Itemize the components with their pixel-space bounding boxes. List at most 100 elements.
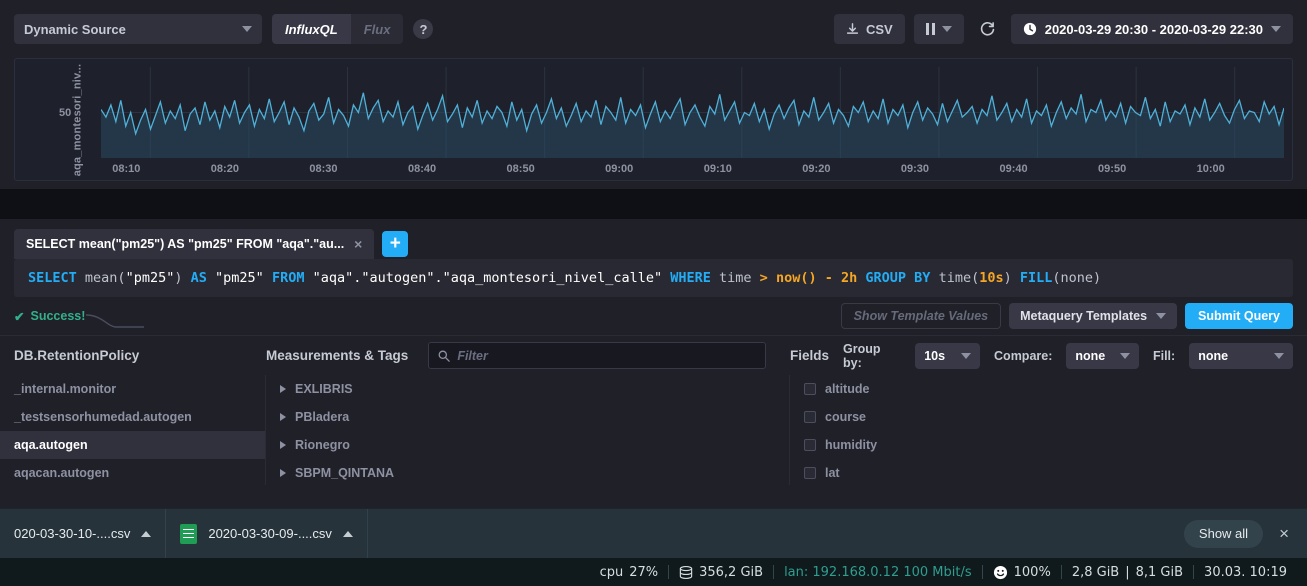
query-token: 10s [979, 270, 1004, 286]
query-token: FROM [271, 270, 305, 286]
battery-value: 100% [1013, 564, 1051, 580]
database-list-item[interactable]: _internal.monitor [0, 375, 265, 403]
query-token [662, 270, 670, 286]
db-header-label: DB.RetentionPolicy [14, 347, 140, 363]
field-list-item[interactable]: lat [790, 459, 1307, 487]
compare-label: Compare: [994, 348, 1053, 363]
query-token: now() [775, 270, 817, 286]
network-value: lan: 192.168.0.12 100 Mbit/s [784, 564, 972, 580]
time-range-picker[interactable]: 2020-03-29 20:30 - 2020-03-29 22:30 [1010, 14, 1293, 44]
query-token [768, 270, 776, 286]
add-query-button[interactable]: + [382, 231, 409, 257]
query-status-bar: ✔ Success! Show Template Values Metaquer… [0, 297, 1307, 335]
measurement-list-item[interactable]: PBladera [266, 403, 789, 431]
fields-header-label: Fields [790, 348, 830, 363]
chevron-right-icon[interactable] [280, 385, 286, 393]
database-list-item[interactable]: _testsensorhumedad.autogen [0, 403, 265, 431]
measurement-list-item[interactable]: EXLIBRIS [266, 375, 789, 403]
query-token [833, 270, 841, 286]
query-token: "pm25" [215, 270, 264, 286]
chevron-right-icon[interactable] [280, 413, 286, 421]
refresh-button[interactable] [973, 14, 1002, 44]
group-by-dropdown[interactable]: 10s [915, 342, 981, 369]
submit-query-button[interactable]: Submit Query [1185, 303, 1293, 329]
field-list-item[interactable]: altitude [790, 375, 1307, 403]
measurements-column-header: Measurements & Tags Filter [266, 342, 790, 369]
pause-icon [925, 23, 935, 35]
query-token: GROUP BY [865, 270, 931, 286]
show-all-downloads-button[interactable]: Show all [1183, 519, 1264, 548]
field-list: altitude course humidity lat [790, 375, 1307, 485]
data-explorer-app: Dynamic Source InfluxQL Flux ? CSV 2020-… [0, 0, 1307, 586]
check-icon: ✔ [14, 309, 25, 324]
cpu-status: cpu 27% [590, 565, 669, 580]
query-actions: Show Template Values Metaquery Templates… [840, 303, 1293, 329]
measurement-list-item-label: Rionegro [295, 438, 350, 452]
measurement-list-item[interactable]: SBPM_QINTANA [266, 459, 789, 487]
checkbox[interactable] [804, 411, 816, 423]
close-icon[interactable]: × [1279, 524, 1289, 544]
query-tab-label: SELECT mean("pm25") AS "pm25" FROM "aqa"… [26, 237, 345, 251]
schema-header-row: DB.RetentionPolicy Measurements & Tags F… [0, 335, 1307, 375]
query-language-toggle: InfluxQL Flux [272, 14, 404, 44]
clock-icon [1023, 22, 1037, 36]
metaquery-templates-dropdown[interactable]: Metaquery Templates [1009, 303, 1178, 329]
csv-download-button[interactable]: CSV [833, 14, 905, 44]
memory-status: 2,8 GiB | 8,1 GiB [1062, 565, 1193, 580]
tab-flux[interactable]: Flux [350, 14, 404, 44]
query-token [207, 270, 215, 286]
db-column-header: DB.RetentionPolicy [0, 347, 266, 365]
fill-dropdown[interactable]: none [1189, 342, 1293, 369]
chevron-right-icon[interactable] [280, 469, 286, 477]
measurement-list-item[interactable]: Rionegro [266, 431, 789, 459]
tab-influxql[interactable]: InfluxQL [272, 14, 351, 44]
show-template-values-button[interactable]: Show Template Values [840, 303, 1002, 329]
auto-refresh-pause-button[interactable] [913, 14, 964, 44]
time-series-graph[interactable]: aqa_montesori_niv... 50 08:10 08:20 08:30 0… [14, 58, 1293, 181]
search-icon [438, 350, 451, 362]
query-token: (none) [1052, 270, 1102, 286]
database-list-item[interactable]: aqacan.autogen [0, 459, 265, 487]
help-icon[interactable]: ? [413, 19, 434, 39]
database-list: _internal.monitor _testsensorhumedad.auto… [0, 375, 266, 485]
checkbox[interactable] [804, 467, 816, 479]
download-item[interactable]: 020-03-30-10-....csv [14, 508, 167, 559]
schema-explorer: DB.RetentionPolicy Measurements & Tags F… [0, 335, 1307, 485]
datetime-value: 30.03. 10:19 [1204, 564, 1287, 580]
measurement-list-item-label: SBPM_QINTANA [295, 466, 395, 480]
field-list-item[interactable]: humidity [790, 431, 1307, 459]
checkbox[interactable] [804, 383, 816, 395]
field-list-item[interactable]: course [790, 403, 1307, 431]
source-dropdown[interactable]: Dynamic Source [14, 14, 262, 44]
query-tab[interactable]: SELECT mean("pm25") AS "pm25" FROM "aqa"… [14, 229, 375, 259]
query-token: "aqa"."autogen"."aqa_montesori_nivel_cal… [312, 270, 663, 286]
field-list-item-label: course [825, 410, 866, 424]
query-text-input[interactable]: SELECT mean("pm25") AS "pm25" FROM "aqa"… [14, 259, 1293, 297]
download-bar-actions: Show all × [1183, 519, 1293, 548]
chevron-right-icon[interactable] [280, 441, 286, 449]
resize-handle[interactable] [86, 313, 148, 331]
chevron-down-icon [242, 26, 252, 32]
refresh-icon [979, 21, 996, 38]
chevron-down-icon [1273, 352, 1284, 359]
query-status-label: Success! [30, 309, 86, 323]
toolbar-right-group: CSV 2020-03-29 20:30 - 2020-03-29 22:30 [833, 14, 1293, 44]
query-token: 2h [841, 270, 858, 286]
x-axis-tick: 10:00 [1196, 163, 1225, 175]
download-item[interactable]: 2020-03-30-09-....csv [166, 508, 368, 559]
clock: 30.03. 10:19 [1194, 565, 1297, 580]
close-icon[interactable]: × [354, 236, 362, 252]
filter-input[interactable]: Filter [428, 342, 767, 369]
query-token: time [710, 270, 760, 286]
compare-dropdown[interactable]: none [1066, 342, 1139, 369]
x-axis-tick: 08:30 [309, 163, 338, 175]
memory-used: 2,8 GiB [1071, 564, 1120, 580]
checkbox[interactable] [804, 439, 816, 451]
chevron-up-icon[interactable] [141, 530, 152, 537]
chevron-up-icon[interactable] [342, 530, 353, 537]
query-status-success: ✔ Success! [14, 309, 85, 324]
schema-lists: _internal.monitor _testsensorhumedad.auto… [0, 375, 1307, 485]
x-axis-tick: 08:50 [506, 163, 535, 175]
database-list-item[interactable]: aqa.autogen [0, 431, 265, 459]
database-list-item-label: _internal.monitor [14, 382, 117, 396]
